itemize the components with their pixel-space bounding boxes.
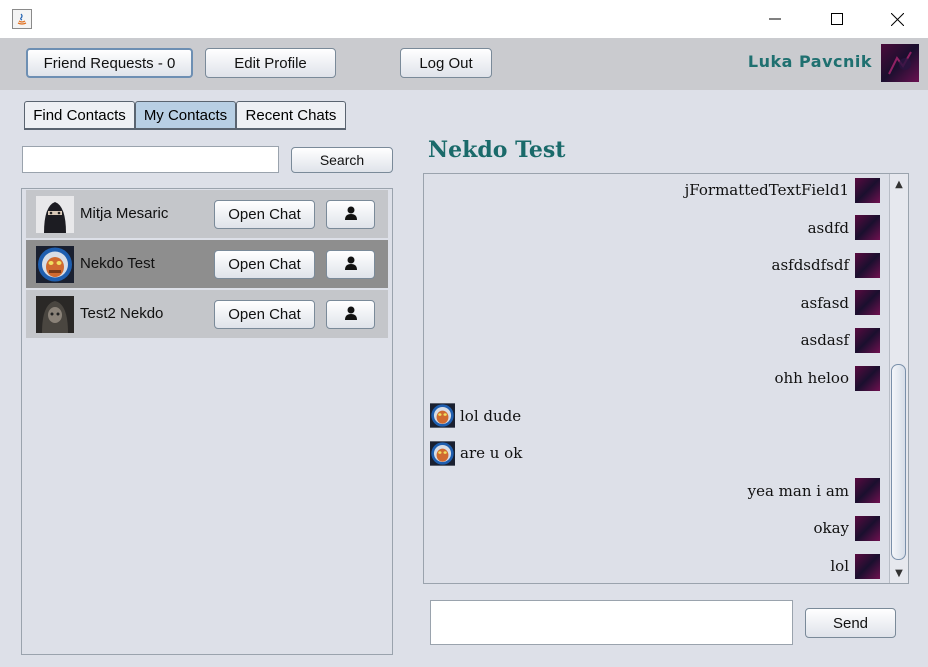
own-avatar-icon bbox=[855, 553, 880, 579]
scroll-down-icon[interactable]: ▼ bbox=[890, 563, 908, 583]
username-label: Luka Pavcnik bbox=[747, 52, 872, 71]
own-avatar-icon bbox=[855, 515, 880, 541]
own-avatar-icon bbox=[855, 478, 880, 504]
chat-message: asfdsdfsdf bbox=[771, 251, 880, 279]
search-button[interactable]: Search bbox=[291, 147, 393, 173]
minimize-button[interactable] bbox=[752, 0, 798, 38]
java-app-icon bbox=[12, 9, 32, 29]
admiral-avatar bbox=[36, 246, 74, 283]
view-profile-button[interactable] bbox=[326, 250, 375, 279]
message-text: asdfd bbox=[807, 218, 849, 237]
close-button[interactable] bbox=[874, 0, 920, 38]
tab-recent-chats[interactable]: Recent Chats bbox=[236, 101, 346, 129]
message-text: ohh heloo bbox=[774, 369, 849, 387]
own-avatar-icon bbox=[855, 365, 880, 391]
chat-message: lol bbox=[830, 552, 880, 580]
tab-find-contacts[interactable]: Find Contacts bbox=[24, 101, 135, 129]
user-avatar[interactable] bbox=[881, 44, 919, 82]
chat-message: jFormattedTextField1 bbox=[685, 176, 880, 204]
scroll-up-icon[interactable]: ▲ bbox=[890, 174, 908, 194]
message-text: lol dude bbox=[460, 406, 522, 425]
view-profile-button[interactable] bbox=[326, 300, 375, 329]
chat-message: asfasd bbox=[801, 289, 880, 317]
own-avatar-icon bbox=[855, 290, 880, 316]
chat-message: okay bbox=[813, 514, 880, 542]
person-icon bbox=[343, 305, 359, 325]
contact-name: Mitja Mesaric bbox=[80, 205, 169, 222]
chat-message: asdasf bbox=[801, 326, 880, 354]
chat-message: are u ok bbox=[430, 439, 522, 467]
own-avatar-icon bbox=[855, 177, 880, 203]
hooded-figure-avatar bbox=[36, 296, 74, 333]
contact-name: Nekdo Test bbox=[80, 255, 155, 272]
own-avatar-icon bbox=[855, 215, 880, 241]
message-text: asfdsdfsdf bbox=[771, 256, 850, 275]
message-text: lol bbox=[830, 557, 849, 575]
contact-avatar-icon bbox=[430, 403, 455, 428]
friend-requests-button[interactable]: Friend Requests - 0 bbox=[26, 48, 193, 78]
send-button[interactable]: Send bbox=[805, 608, 896, 638]
edit-profile-button[interactable]: Edit Profile bbox=[205, 48, 336, 78]
view-profile-button[interactable] bbox=[326, 200, 375, 229]
message-text: are u ok bbox=[460, 444, 523, 463]
person-icon bbox=[343, 255, 359, 275]
chat-scrollbar[interactable]: ▲ ▼ bbox=[889, 174, 908, 583]
chat-message: yea man i am bbox=[748, 477, 880, 505]
message-input[interactable] bbox=[430, 600, 793, 645]
scroll-thumb[interactable] bbox=[891, 364, 906, 560]
own-avatar-icon bbox=[855, 252, 880, 278]
open-chat-button[interactable]: Open Chat bbox=[214, 300, 315, 329]
chat-title: Nekdo Test bbox=[428, 137, 566, 163]
person-icon bbox=[343, 205, 359, 225]
masked-person-avatar bbox=[36, 196, 74, 233]
message-text: asfasd bbox=[800, 293, 849, 312]
tab-divider bbox=[24, 128, 346, 130]
logout-button[interactable]: Log Out bbox=[400, 48, 492, 78]
contact-avatar-icon bbox=[430, 441, 455, 466]
search-input[interactable] bbox=[22, 146, 279, 173]
contact-row[interactable]: Nekdo Test Open Chat bbox=[26, 240, 388, 288]
maximize-button[interactable] bbox=[814, 0, 860, 38]
open-chat-button[interactable]: Open Chat bbox=[214, 200, 315, 229]
chat-message: asdfd bbox=[808, 214, 880, 242]
contact-name: Test2 Nekdo bbox=[80, 305, 164, 322]
open-chat-button[interactable]: Open Chat bbox=[214, 250, 315, 279]
chat-message: lol dude bbox=[430, 402, 521, 430]
tab-my-contacts[interactable]: My Contacts bbox=[135, 101, 236, 129]
chat-message: ohh heloo bbox=[774, 364, 880, 392]
own-avatar-icon bbox=[855, 327, 880, 353]
chat-messages-panel[interactable]: jFormattedTextField1 asdfd asfdsdfsdf asfas… bbox=[423, 173, 909, 584]
message-text: asdasf bbox=[800, 331, 849, 350]
message-text: yea man i am bbox=[747, 481, 849, 500]
contact-row[interactable]: Test2 Nekdo Open Chat bbox=[26, 290, 388, 338]
message-text: okay bbox=[813, 519, 849, 538]
contact-row[interactable]: Mitja Mesaric Open Chat bbox=[26, 190, 388, 238]
message-text: jFormattedTextField1 bbox=[684, 181, 849, 199]
